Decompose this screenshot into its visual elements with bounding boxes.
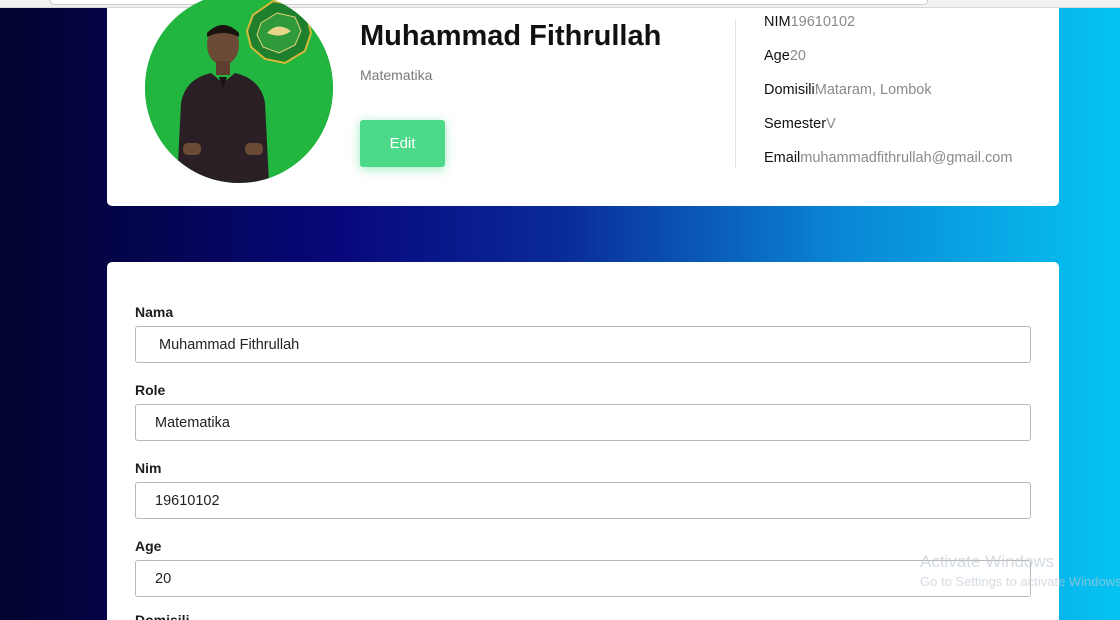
- info-row-domisili: DomisiliMataram, Lombok: [764, 82, 1012, 116]
- info-value: V: [826, 116, 836, 132]
- browser-top-strip: [0, 0, 1120, 8]
- info-key: Domisili: [764, 82, 815, 98]
- info-key: Email: [764, 150, 801, 166]
- info-row-nim: NIM19610102: [764, 14, 1012, 48]
- nama-label: Nama: [135, 304, 174, 320]
- info-row-email: Emailmuhammadfithrullah@gmail.com: [764, 150, 1012, 184]
- info-value: Mataram, Lombok: [814, 82, 932, 98]
- info-value: 19610102: [790, 14, 856, 30]
- info-value: muhammadfithrullah@gmail.com: [800, 150, 1013, 166]
- divider: [735, 20, 736, 168]
- age-label: Age: [135, 538, 162, 554]
- info-row-age: Age20: [764, 48, 1012, 82]
- form-group-nim: Nim: [135, 460, 1031, 519]
- edit-button[interactable]: Edit: [360, 120, 445, 167]
- profile-info-list: NIM19610102 Age20 DomisiliMataram, Lombo…: [764, 14, 1012, 184]
- nama-input[interactable]: [135, 326, 1031, 363]
- nim-input[interactable]: [135, 482, 1031, 519]
- profile-photo-icon: [145, 0, 333, 183]
- form-group-role: Role: [135, 382, 1031, 441]
- avatar: [145, 0, 333, 183]
- info-key: Semester: [764, 116, 827, 132]
- info-key: Age: [764, 48, 790, 64]
- form-group-nama: Nama: [135, 304, 1031, 363]
- role-input[interactable]: [135, 404, 1031, 441]
- profile-role: Matematika: [360, 67, 433, 83]
- info-value: 20: [789, 48, 806, 64]
- form-group-domisili: Domisili: [135, 612, 1031, 620]
- edit-form-card: Nama Role Nim Age Domisili: [107, 262, 1059, 620]
- profile-card: Muhammad Fithrullah Matematika Edit NIM1…: [107, 0, 1059, 206]
- age-input[interactable]: [135, 560, 1031, 597]
- form-group-age: Age: [135, 538, 1031, 597]
- domisili-label: Domisili: [135, 612, 190, 620]
- nim-label: Nim: [135, 460, 162, 476]
- browser-address-field[interactable]: [50, 0, 928, 5]
- info-key: NIM: [764, 14, 791, 30]
- profile-name: Muhammad Fithrullah: [360, 20, 662, 52]
- role-label: Role: [135, 382, 166, 398]
- info-row-semester: SemesterV: [764, 116, 1012, 150]
